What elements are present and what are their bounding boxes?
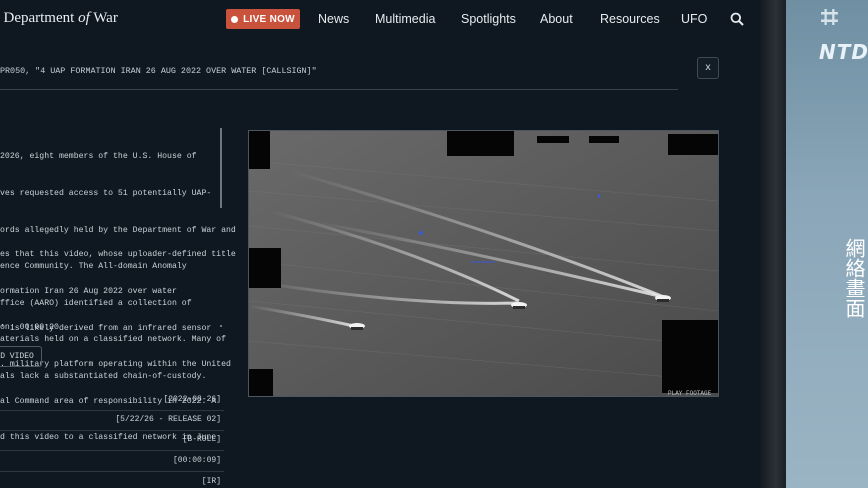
- video-watermark: PLAY FOOTAGE: [668, 390, 712, 397]
- nav-item-about[interactable]: About: [540, 12, 573, 26]
- live-now-button[interactable]: LIVE NOW: [226, 9, 300, 29]
- video-duration: on: 00:00:20: [0, 323, 59, 332]
- meta-value: [IR]: [201, 477, 221, 486]
- nav-item-news[interactable]: News: [318, 12, 349, 26]
- meta-value: [00:00:09]: [172, 456, 221, 465]
- browser-screen: . Department of War LIVE NOW News Multim…: [0, 0, 760, 488]
- site-title-prefix: . Department: [0, 10, 75, 26]
- meta-value: [2022-08-26]: [163, 395, 221, 404]
- video-button[interactable]: D VIDEO: [0, 346, 42, 367]
- nav-item-multimedia[interactable]: Multimedia: [375, 12, 435, 26]
- ntd-logo: ⌗ NTD: [815, 0, 868, 65]
- meta-row-date: [2022-08-26]: [0, 390, 224, 411]
- nav-item-ufo[interactable]: UFO: [681, 12, 707, 26]
- online-footage-caption: 網絡畫面: [842, 238, 866, 318]
- meta-value: [B-ROLL]: [182, 435, 221, 444]
- meta-row-length: [00:00:09]: [0, 451, 224, 472]
- site-title-suffix: War: [93, 10, 118, 26]
- description-scrollbar[interactable]: [220, 128, 222, 208]
- video-player[interactable]: [248, 130, 719, 397]
- infrared-footage: [249, 131, 718, 396]
- description-line: es that this video, whose uploader-defin…: [0, 250, 236, 260]
- description-line: ves requested access to 51 potentially U…: [0, 189, 212, 199]
- ntd-emblem-icon: ⌗: [821, 0, 838, 35]
- meta-value: [5/22/26 - RELEASE 02]: [115, 415, 221, 424]
- description-line: ormation Iran 26 Aug 2022 over water: [0, 287, 177, 297]
- divider: [0, 89, 678, 90]
- site-title[interactable]: . Department of War: [0, 10, 118, 27]
- meta-row-sensor: [IR]: [0, 472, 224, 488]
- monitor-bezel: [760, 0, 786, 488]
- close-button[interactable]: x: [697, 57, 719, 79]
- search-icon[interactable]: [730, 12, 744, 26]
- ntd-logo-text: NTD: [819, 40, 868, 64]
- description-line: 2026, eight members of the U.S. House of: [0, 152, 197, 162]
- scrollbar-end: [220, 325, 222, 327]
- meta-row-type: [B-ROLL]: [0, 430, 224, 451]
- site-title-of: of: [78, 10, 90, 26]
- nav-item-spotlights[interactable]: Spotlights: [461, 12, 516, 26]
- nav-item-resources[interactable]: Resources: [600, 12, 660, 26]
- clip-identifier: PR050, "4 UAP FORMATION IRAN 26 AUG 2022…: [0, 66, 317, 76]
- site-header: . Department of War LIVE NOW News Multim…: [0, 0, 760, 38]
- meta-row-release: [5/22/26 - RELEASE 02]: [0, 410, 224, 431]
- live-dot-icon: [231, 15, 239, 23]
- live-now-label: LIVE NOW: [243, 13, 295, 25]
